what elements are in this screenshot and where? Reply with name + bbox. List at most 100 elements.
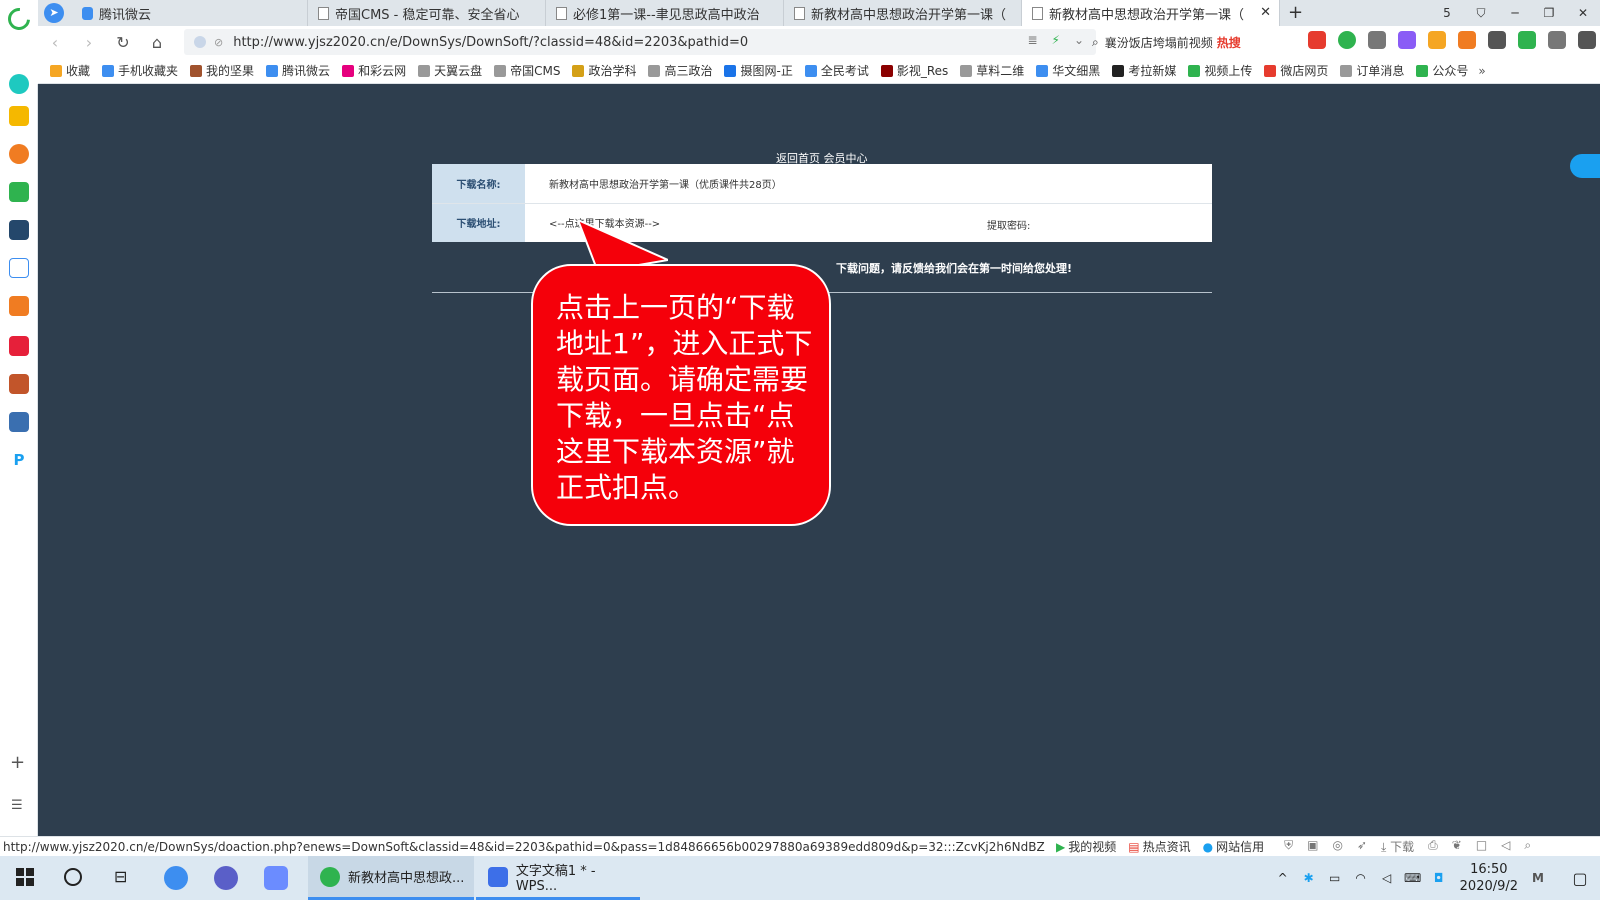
speed-icon[interactable]: ⚡ (1052, 33, 1060, 47)
site-credit-link[interactable]: ● 网站信用 (1203, 838, 1265, 855)
extension-green-icon[interactable] (1338, 31, 1356, 49)
shirt-icon[interactable]: ⛉ (1464, 6, 1498, 21)
new-tab-icon[interactable]: + (1288, 2, 1303, 23)
speaker-icon[interactable]: ◁ (1374, 871, 1400, 885)
shield-icon[interactable] (1428, 31, 1446, 49)
bookmark-item[interactable]: 手机收藏夹 (102, 62, 178, 79)
bookmark-item[interactable]: 影视_Res (880, 62, 948, 79)
sidebar-list-icon[interactable]: ☰ (11, 798, 23, 813)
taskbar-app-icon[interactable] (164, 866, 188, 890)
scissors-icon[interactable] (1368, 31, 1386, 49)
image-icon[interactable]: ▣ (1307, 838, 1318, 855)
search-circle-icon[interactable] (64, 868, 82, 886)
volume-icon[interactable]: ◁ (1501, 838, 1510, 855)
sidebar-plus-icon[interactable]: + (10, 752, 25, 773)
bookmark-item[interactable]: 视频上传 (1188, 62, 1252, 79)
taskbar-browser-task[interactable]: 新教材高中思想政... (308, 856, 474, 900)
chevron-down-icon[interactable]: ⌄ (1074, 33, 1084, 47)
bookmark-item[interactable]: 微店网页 (1264, 62, 1328, 79)
close-window-icon[interactable]: ✕ (1566, 6, 1600, 20)
hot-news-link[interactable]: ▤ 热点资讯 (1128, 838, 1190, 855)
keyboard-icon[interactable]: ⌨ (1400, 871, 1426, 885)
bluetooth-icon[interactable]: ✱ (1296, 871, 1322, 885)
minimize-icon[interactable]: ─ (1498, 6, 1532, 20)
tab-counter[interactable]: 5 (1430, 6, 1464, 20)
tray-expand-icon[interactable]: ^ (1270, 871, 1296, 885)
taskbar-wps-task[interactable]: 文字文稿1 * - WPS... (476, 856, 640, 900)
close-tab-icon[interactable]: ✕ (1260, 5, 1271, 20)
extension-purple-icon[interactable] (1398, 31, 1416, 49)
bookmark-item[interactable]: 草料二维 (960, 62, 1024, 79)
bookmark-item[interactable]: 华文细黑 (1036, 62, 1100, 79)
task-view-icon[interactable]: ⊟ (114, 867, 127, 886)
browser-icon[interactable]: ◎ (1332, 838, 1342, 855)
sidebar-add-icon[interactable] (9, 74, 29, 94)
forward-icon[interactable]: › (72, 33, 106, 52)
bookmark-item[interactable]: 考拉新媒 (1112, 62, 1176, 79)
site-info-icon[interactable] (194, 36, 206, 48)
url-field[interactable]: ⊘ http://www.yjsz2020.cn/e/DownSys/DownS… (184, 29, 1096, 55)
search-box[interactable]: ⌕ 襄汾饭店垮塌前视频 热搜 (1092, 29, 1302, 55)
leaf-icon[interactable]: ❦ (1452, 838, 1462, 855)
sidebar-mail-icon[interactable] (9, 182, 29, 202)
zoom-icon[interactable]: ⌕ (1524, 838, 1531, 855)
extension-chat-icon[interactable] (1308, 31, 1326, 49)
bookmarks-more-icon[interactable]: » (1478, 64, 1485, 78)
tab-1[interactable]: 腾讯微云 (72, 0, 308, 26)
home-icon[interactable]: ⌂ (140, 33, 174, 52)
windows-start-icon[interactable] (16, 868, 34, 886)
shield-status-icon[interactable]: ⛨ (1284, 838, 1293, 855)
sidebar-favorites-icon[interactable] (9, 106, 29, 126)
print-icon[interactable]: ⎙ (1428, 838, 1438, 855)
extension-orange-icon[interactable] (1458, 31, 1476, 49)
battery-tray-icon[interactable]: ▭ (1322, 871, 1348, 885)
bookmark-icon (190, 64, 203, 77)
sidebar-game2-icon[interactable] (9, 374, 29, 394)
bookmark-item[interactable]: 高三政治 (648, 62, 712, 79)
navigation-icon[interactable]: ➤ (44, 3, 64, 23)
sidebar-game-icon[interactable] (9, 296, 29, 316)
sidebar-game3-icon[interactable] (9, 412, 29, 432)
tab-4[interactable]: 新教材高中思想政治开学第一课（ (784, 0, 1022, 26)
menu-icon[interactable] (1578, 31, 1596, 49)
bookmark-item[interactable]: 和彩云网 (342, 62, 406, 79)
bookmark-item[interactable]: 公众号 (1416, 62, 1468, 79)
battery-icon[interactable] (1518, 31, 1536, 49)
tab-3[interactable]: 必修1第一课--聿见思政高中政治 (546, 0, 784, 26)
floating-share-icon[interactable] (1570, 154, 1600, 178)
status-bar: http://www.yjsz2020.cn/e/DownSys/doactio… (0, 836, 1600, 856)
bookmark-item[interactable]: 天翼云盘 (418, 62, 482, 79)
grid-icon[interactable] (1488, 31, 1506, 49)
notification-icon[interactable]: ▢ (1560, 869, 1600, 888)
bookmark-item[interactable]: 帝国CMS (494, 62, 560, 79)
bookmark-item[interactable]: 全民考试 (804, 62, 869, 79)
qq-tray-icon[interactable]: ◘ (1426, 871, 1452, 885)
my-videos-link[interactable]: ▶ 我的视频 (1056, 838, 1116, 855)
taskbar-app2-icon[interactable] (214, 866, 238, 890)
window-icon[interactable]: □ (1476, 838, 1487, 855)
bookmark-item[interactable]: 订单消息 (1340, 62, 1404, 79)
bookmark-item[interactable]: 收藏 (50, 62, 90, 79)
ime-indicator[interactable]: M (1532, 871, 1544, 885)
bookmark-item[interactable]: 政治学科 (572, 62, 636, 79)
undo-icon[interactable] (1548, 31, 1566, 49)
download-link[interactable]: ⤓ 下载 (1381, 838, 1414, 855)
sidebar-p-icon[interactable]: P (9, 450, 29, 470)
sidebar-calendar-icon[interactable] (9, 220, 29, 240)
restore-icon[interactable]: ❐ (1532, 6, 1566, 20)
wifi-icon[interactable]: ◠ (1348, 871, 1374, 885)
sidebar-video-icon[interactable] (9, 336, 29, 356)
refresh-icon[interactable]: ↻ (106, 33, 140, 52)
bookmark-item[interactable]: 我的坚果 (190, 62, 254, 79)
rocket-icon[interactable]: ➶ (1357, 838, 1367, 855)
sidebar-weibo-icon[interactable] (9, 144, 29, 164)
taskbar-app3-icon[interactable] (264, 866, 288, 890)
sidebar-doc-icon[interactable] (9, 258, 29, 278)
bookmark-item[interactable]: 摄图网-正 (724, 62, 793, 79)
clock[interactable]: 16:50 2020/9/2 (1460, 861, 1518, 895)
bookmark-item[interactable]: 腾讯微云 (266, 62, 330, 79)
tab-2[interactable]: 帝国CMS - 稳定可靠、安全省心 (308, 0, 546, 26)
tab-5-active[interactable]: 新教材高中思想政治开学第一课（ ✕ (1022, 0, 1280, 26)
back-icon[interactable]: ‹ (38, 33, 72, 52)
reader-icon[interactable]: ≣ (1027, 33, 1037, 47)
